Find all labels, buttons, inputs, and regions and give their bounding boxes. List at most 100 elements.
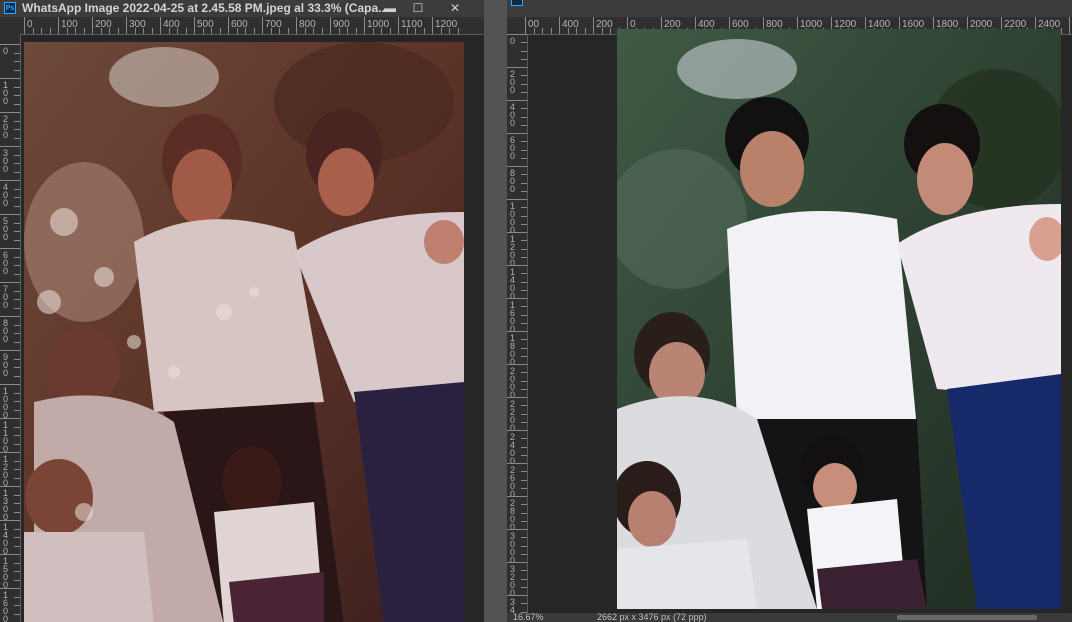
ruler-minor-tick bbox=[521, 586, 527, 588]
ruler-minor-tick bbox=[521, 116, 527, 118]
right-title-bar[interactable] bbox=[507, 0, 1072, 17]
ruler-tick bbox=[559, 17, 560, 34]
ruler-minor-tick bbox=[14, 571, 20, 572]
ruler-minor-tick bbox=[521, 372, 527, 374]
ruler-tick bbox=[507, 562, 527, 563]
ruler-label: 1100 bbox=[401, 19, 423, 30]
ruler-minor-tick bbox=[211, 28, 212, 34]
ruler-tick bbox=[194, 17, 195, 34]
ruler-minor-tick bbox=[143, 28, 144, 34]
ruler-label: 2600 bbox=[510, 465, 516, 499]
horizontal-scrollbar[interactable] bbox=[897, 615, 1037, 620]
ruler-minor-tick bbox=[14, 443, 20, 445]
left-document-window[interactable]: Ps WhatsApp Image 2022-04-25 at 2.45.58 … bbox=[0, 0, 484, 622]
ruler-minor-tick bbox=[338, 28, 340, 34]
status-bar: 16.67% 2662 px x 3476 px (72 ppp) bbox=[507, 613, 1072, 622]
photoshop-icon bbox=[511, 0, 523, 6]
ruler-minor-tick bbox=[14, 605, 20, 606]
ruler-minor-tick bbox=[521, 512, 527, 514]
ruler-minor-tick bbox=[521, 207, 527, 209]
ruler-minor-tick bbox=[355, 28, 357, 34]
document-info[interactable]: 2662 px x 3476 px (72 ppp) bbox=[597, 613, 707, 622]
ruler-label: 0 bbox=[510, 36, 516, 46]
ruler-minor-tick bbox=[14, 163, 20, 164]
ruler-minor-tick bbox=[521, 215, 527, 217]
ruler-minor-tick bbox=[14, 171, 20, 173]
ruler-label: 1200 bbox=[435, 19, 458, 30]
ruler-minor-tick bbox=[134, 28, 136, 34]
ruler-minor-tick bbox=[521, 487, 527, 489]
ruler-minor-tick bbox=[14, 401, 20, 402]
ruler-minor-tick bbox=[542, 28, 543, 34]
ruler-minor-tick bbox=[14, 511, 20, 513]
right-document-window[interactable]: 00 400 200 0 200 400 600 800 1000 1200 1400 1600 180… bbox=[507, 0, 1072, 622]
ruler-label: 1500 bbox=[3, 556, 9, 590]
ruler-minor-tick bbox=[550, 28, 552, 34]
zoom-level[interactable]: 16.67% bbox=[513, 613, 544, 622]
ruler-minor-tick bbox=[14, 154, 20, 156]
ruler-minor-tick bbox=[109, 28, 110, 34]
ruler-minor-tick bbox=[14, 409, 20, 411]
ruler-minor-tick bbox=[521, 58, 527, 60]
ruler-minor-tick bbox=[521, 273, 527, 275]
left-title-bar[interactable]: Ps WhatsApp Image 2022-04-25 at 2.45.58 … bbox=[0, 0, 484, 17]
ruler-minor-tick bbox=[14, 503, 20, 504]
ruler-minor-tick bbox=[521, 223, 527, 225]
ruler-minor-tick bbox=[521, 479, 527, 481]
ruler-minor-tick bbox=[100, 28, 102, 34]
minimize-icon[interactable]: ▬ bbox=[376, 0, 404, 17]
close-icon[interactable]: ✕ bbox=[440, 0, 470, 17]
ruler-minor-tick bbox=[521, 149, 527, 151]
ruler-minor-tick bbox=[521, 174, 527, 176]
ruler-label: 1400 bbox=[3, 522, 9, 556]
ruler-minor-tick bbox=[449, 28, 450, 34]
ruler-minor-tick bbox=[347, 28, 348, 34]
ruler-tick bbox=[0, 486, 20, 487]
ruler-minor-tick bbox=[14, 61, 20, 62]
canvas-area[interactable] bbox=[21, 35, 484, 622]
ruler-minor-tick bbox=[14, 579, 20, 581]
ruler-tick bbox=[507, 529, 527, 530]
ruler-minor-tick bbox=[14, 137, 20, 139]
ruler-minor-tick bbox=[83, 28, 85, 34]
horizontal-ruler[interactable]: 0 100 200 300 400 500 600 700 800 900 1000 1100 1200 bbox=[0, 17, 484, 35]
ruler-minor-tick bbox=[49, 28, 51, 34]
ruler-minor-tick bbox=[440, 28, 442, 34]
ruler-label: 200 bbox=[3, 114, 9, 140]
ruler-tick bbox=[593, 17, 594, 34]
ruler-minor-tick bbox=[185, 28, 187, 34]
ruler-tick bbox=[507, 463, 527, 464]
ruler-label: 2200 bbox=[510, 399, 516, 433]
ruler-minor-tick bbox=[521, 347, 527, 349]
workspace-gap bbox=[484, 0, 507, 622]
ruler-minor-tick bbox=[177, 28, 178, 34]
vertical-ruler[interactable]: 0 200 400 600 800 1000 1200 1400 1600 1800 2000 220… bbox=[507, 34, 528, 622]
ruler-minor-tick bbox=[457, 28, 459, 34]
ruler-minor-tick bbox=[521, 570, 527, 572]
ruler-label: 1400 bbox=[510, 267, 516, 301]
ruler-minor-tick bbox=[521, 91, 527, 93]
maximize-icon[interactable]: ☐ bbox=[404, 0, 432, 17]
ruler-minor-tick bbox=[521, 289, 527, 291]
ruler-minor-tick bbox=[423, 28, 425, 34]
ruler-tick bbox=[507, 595, 527, 596]
ruler-tick bbox=[330, 17, 331, 34]
ruler-minor-tick bbox=[521, 339, 527, 341]
ruler-minor-tick bbox=[14, 307, 20, 309]
ruler-tick bbox=[364, 17, 365, 34]
vertical-ruler[interactable]: 0 100 200 300 400 500 600 700 800 900 1000 1100 1200… bbox=[0, 34, 21, 622]
ruler-minor-tick bbox=[521, 83, 527, 85]
ruler-minor-tick bbox=[14, 545, 20, 547]
ruler-label: 800 bbox=[3, 318, 9, 344]
ruler-minor-tick bbox=[521, 182, 527, 184]
ruler-tick bbox=[507, 166, 527, 167]
ruler-minor-tick bbox=[521, 454, 527, 456]
ruler-tick bbox=[525, 17, 526, 34]
ruler-minor-tick bbox=[584, 28, 586, 34]
ruler-minor-tick bbox=[14, 197, 20, 198]
canvas-area[interactable] bbox=[528, 29, 1072, 613]
ruler-minor-tick bbox=[14, 188, 20, 190]
ruler-minor-tick bbox=[381, 28, 382, 34]
ruler-minor-tick bbox=[521, 124, 527, 126]
ruler-minor-tick bbox=[14, 367, 20, 368]
